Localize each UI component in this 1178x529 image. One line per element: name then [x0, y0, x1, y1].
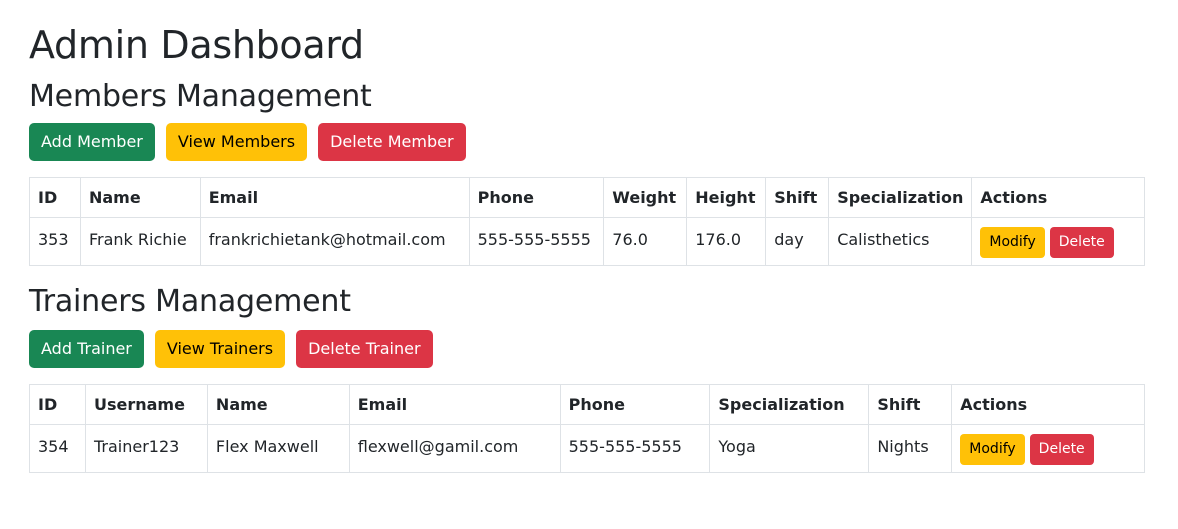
members-table: ID Name Email Phone Weight Height Shift … — [29, 177, 1145, 266]
table-row: 353 Frank Richie frankrichietank@hotmail… — [29, 217, 1145, 266]
trainer-shift: Nights — [868, 424, 953, 473]
trainers-table: ID Username Name Email Phone Specializat… — [29, 384, 1145, 473]
delete-trainer-row-button[interactable]: Delete — [1029, 434, 1094, 465]
trainers-section-title: Trainers Management — [29, 284, 351, 319]
column-header-email: Email — [348, 384, 561, 425]
table-row: 354 Trainer123 Flex Maxwell flexwell@gam… — [29, 424, 1145, 473]
member-phone: 555-555-5555 — [468, 217, 605, 266]
column-header-name: Name — [79, 177, 201, 218]
add-member-button[interactable]: Add Member — [29, 123, 155, 161]
column-header-specialization: Specialization — [828, 177, 973, 218]
trainer-phone: 555-555-5555 — [559, 424, 711, 473]
members-section-title: Members Management — [29, 79, 372, 114]
member-weight: 76.0 — [603, 217, 688, 266]
column-header-specialization: Specialization — [709, 384, 870, 425]
member-height: 176.0 — [686, 217, 767, 266]
column-header-shift: Shift — [868, 384, 953, 425]
column-header-id: ID — [29, 384, 86, 425]
member-actions: Modify Delete — [971, 217, 1145, 266]
trainer-specialization: Yoga — [709, 424, 870, 473]
member-id: 353 — [29, 217, 81, 266]
trainer-username: Trainer123 — [84, 424, 208, 473]
delete-trainer-button[interactable]: Delete Trainer — [296, 330, 433, 368]
modify-trainer-button[interactable]: Modify — [960, 434, 1025, 465]
trainers-table-header: ID Username Name Email Phone Specializat… — [29, 384, 1145, 425]
column-header-shift: Shift — [765, 177, 830, 218]
column-header-phone: Phone — [559, 384, 711, 425]
trainer-email: flexwell@gamil.com — [348, 424, 561, 473]
column-header-actions: Actions — [951, 384, 1145, 425]
members-button-row: Add Member View Members Delete Member — [29, 123, 466, 161]
trainer-actions: Modify Delete — [951, 424, 1145, 473]
member-name: Frank Richie — [79, 217, 201, 266]
column-header-height: Height — [686, 177, 767, 218]
column-header-phone: Phone — [468, 177, 605, 218]
member-email: frankrichietank@hotmail.com — [199, 217, 470, 266]
column-header-email: Email — [199, 177, 470, 218]
delete-member-row-button[interactable]: Delete — [1049, 227, 1114, 258]
member-specialization: Calisthetics — [828, 217, 973, 266]
trainers-button-row: Add Trainer View Trainers Delete Trainer — [29, 330, 433, 368]
members-table-header: ID Name Email Phone Weight Height Shift … — [29, 177, 1145, 218]
delete-member-button[interactable]: Delete Member — [318, 123, 466, 161]
modify-member-button[interactable]: Modify — [980, 227, 1045, 258]
column-header-username: Username — [84, 384, 208, 425]
column-header-id: ID — [29, 177, 81, 218]
column-header-weight: Weight — [603, 177, 688, 218]
trainer-id: 354 — [29, 424, 86, 473]
column-header-actions: Actions — [971, 177, 1145, 218]
add-trainer-button[interactable]: Add Trainer — [29, 330, 144, 368]
view-trainers-button[interactable]: View Trainers — [154, 330, 286, 368]
page-title: Admin Dashboard — [29, 23, 364, 67]
trainer-name: Flex Maxwell — [206, 424, 350, 473]
column-header-name: Name — [206, 384, 350, 425]
member-shift: day — [765, 217, 830, 266]
view-members-button[interactable]: View Members — [165, 123, 308, 161]
